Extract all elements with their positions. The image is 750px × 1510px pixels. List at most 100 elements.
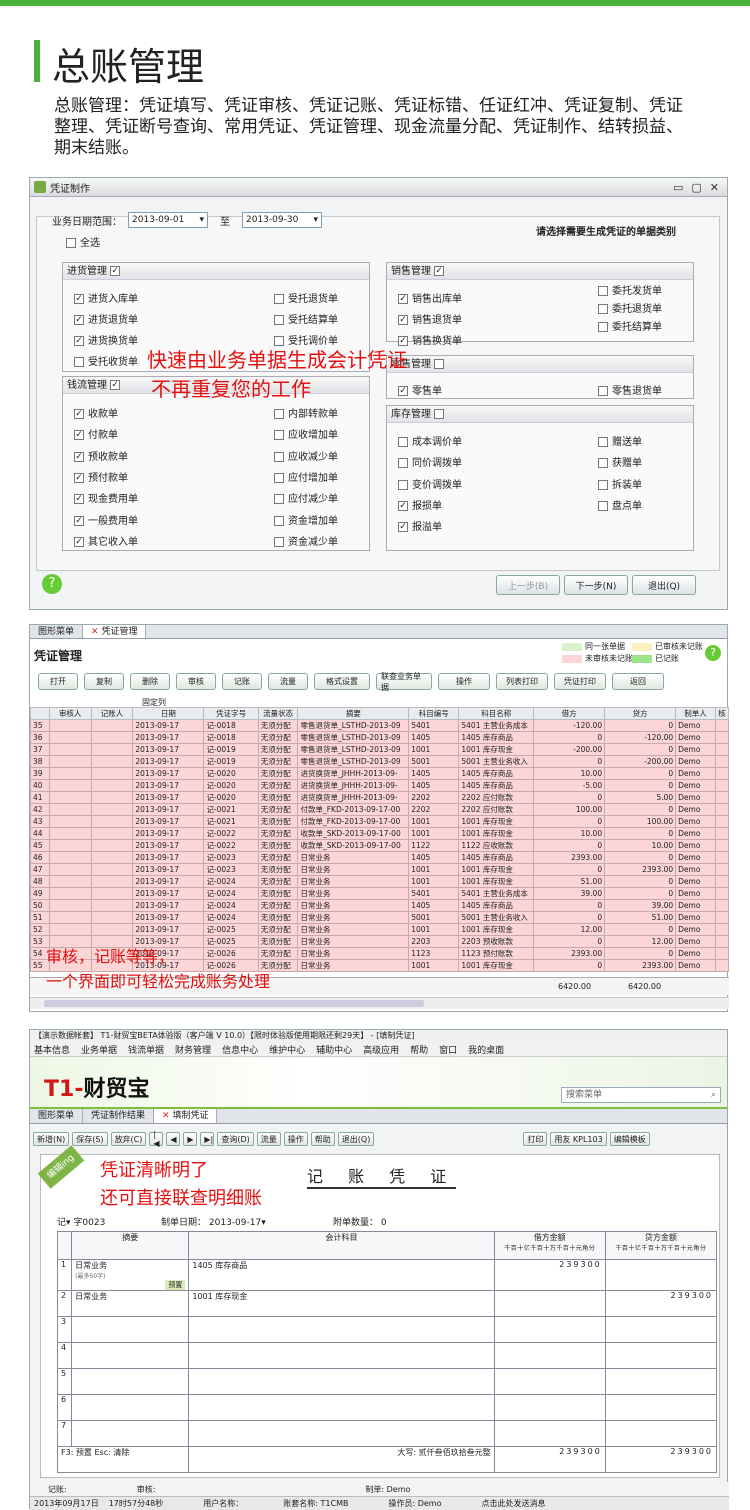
column-header[interactable] bbox=[30, 707, 50, 720]
credit-cell[interactable] bbox=[604, 1420, 718, 1447]
column-header[interactable]: 科目名称 bbox=[458, 707, 535, 720]
toolbar-button[interactable]: 流量 bbox=[256, 1132, 281, 1146]
close-icon[interactable]: ✕ bbox=[710, 181, 719, 194]
checkbox-item[interactable]: 同价调拨单 bbox=[398, 454, 462, 469]
toolbar-button[interactable]: 列表打印 bbox=[496, 673, 548, 690]
toolbar-button[interactable]: 查询(D) bbox=[217, 1132, 254, 1146]
account-cell[interactable] bbox=[188, 1420, 495, 1447]
summary-cell[interactable] bbox=[71, 1316, 190, 1343]
nav-arrow-icon[interactable]: ▶ bbox=[183, 1132, 198, 1146]
checkbox-item[interactable]: 变价调拨单 bbox=[398, 476, 462, 491]
column-header[interactable]: 日期 bbox=[132, 707, 205, 720]
summary-cell[interactable] bbox=[71, 1342, 190, 1369]
nav-arrow-icon[interactable]: ▶| bbox=[200, 1132, 215, 1146]
help-icon[interactable]: ? bbox=[705, 645, 721, 661]
table-row[interactable]: 43 2013-09-17 记-0021 无须分配 付款单_FKD-2013-09-17… bbox=[30, 815, 730, 828]
toolbar-button[interactable]: 记账 bbox=[222, 673, 262, 690]
nav-arrow-icon[interactable]: |◀ bbox=[149, 1130, 164, 1148]
table-row[interactable]: 50 2013-09-17 记-0024 无须分配 日常业务 1405 1405 库存商品 0… bbox=[30, 899, 730, 912]
checkbox-item[interactable]: 受托结算单 bbox=[274, 311, 338, 326]
menu-item[interactable]: 窗口 bbox=[439, 1043, 457, 1056]
table-row[interactable]: 36 2013-09-17 记-0018 无须分配 零售退货单_LSTHD-2013-0… bbox=[30, 731, 730, 744]
toolbar-button[interactable]: 编辑模板 bbox=[609, 1132, 650, 1146]
checkbox-item[interactable]: ✓ 预收款单 bbox=[74, 448, 128, 463]
toolbar-button[interactable]: 打印 bbox=[523, 1132, 548, 1146]
checkbox-item[interactable]: 内部转款单 bbox=[274, 405, 338, 420]
tab-graphic-menu[interactable]: 图形菜单 bbox=[30, 625, 84, 638]
column-header[interactable]: 贷方 bbox=[604, 707, 677, 720]
credit-cell[interactable] bbox=[604, 1259, 718, 1291]
column-header[interactable]: 科目编号 bbox=[408, 707, 460, 720]
table-row[interactable]: 48 2013-09-17 记-0024 无须分配 日常业务 1001 1001 库存现金 5… bbox=[30, 875, 730, 888]
checkbox-item[interactable]: 成本调价单 bbox=[398, 433, 462, 448]
table-row[interactable]: 45 2013-09-17 记-0022 无须分配 收款单_SKD-2013-09-17… bbox=[30, 839, 730, 852]
voucher-entry-row[interactable]: 4 bbox=[56, 1342, 718, 1369]
checkbox-item[interactable]: ✓ 报溢单 bbox=[398, 518, 442, 533]
account-cell[interactable] bbox=[188, 1316, 495, 1343]
credit-cell[interactable] bbox=[604, 1316, 718, 1343]
checkbox-item[interactable]: 盘点单 bbox=[598, 497, 642, 512]
account-cell[interactable] bbox=[188, 1368, 495, 1395]
column-header[interactable]: 凭证字号 bbox=[203, 707, 259, 720]
toolbar-button[interactable]: 删除 bbox=[130, 673, 170, 690]
account-cell[interactable] bbox=[188, 1342, 495, 1369]
table-row[interactable]: 37 2013-09-17 记-0019 无须分配 零售退货单_LSTHD-2013-0… bbox=[30, 743, 730, 756]
summary-cell[interactable]: 日常业务 bbox=[71, 1290, 190, 1317]
table-row[interactable]: 38 2013-09-17 记-0019 无须分配 零售退货单_LSTHD-2013-0… bbox=[30, 755, 730, 768]
tab-fill-voucher[interactable]: ✕ 填制凭证 bbox=[154, 1109, 218, 1123]
voucher-entry-row[interactable]: 2 日常业务 1001 库存现金 239300 bbox=[56, 1290, 718, 1317]
toolbar-button[interactable]: 审核 bbox=[176, 673, 216, 690]
checkbox-item[interactable]: ✓ 进货换货单 bbox=[74, 332, 138, 347]
summary-cell[interactable]: 日常业务 (最多50字) 预置 bbox=[71, 1259, 190, 1291]
date-to-select[interactable]: 2013-09-30 ▾ bbox=[242, 212, 322, 228]
checkbox-item[interactable]: 应收增加单 bbox=[274, 426, 338, 441]
column-header[interactable]: 流量状态 bbox=[257, 707, 299, 720]
date-from-select[interactable]: 2013-09-01 ▾ bbox=[128, 212, 208, 228]
debit-cell[interactable] bbox=[493, 1420, 606, 1447]
menu-item[interactable]: 辅助中心 bbox=[316, 1043, 352, 1056]
debit-cell[interactable] bbox=[493, 1394, 606, 1421]
toolbar-button[interactable]: 打开 bbox=[38, 673, 78, 690]
menu-item[interactable]: 钱流单据 bbox=[128, 1043, 164, 1056]
checkbox-item[interactable]: 委托退货单 bbox=[598, 300, 662, 315]
toolbar-button[interactable]: 复制 bbox=[84, 673, 124, 690]
toolbar-button[interactable]: 退出(Q) bbox=[337, 1132, 375, 1146]
checkbox-item[interactable]: ✓ 预付款单 bbox=[74, 469, 128, 484]
account-cell[interactable]: 1405 库存商品 bbox=[188, 1259, 495, 1291]
minimize-icon[interactable]: ▭ bbox=[673, 181, 683, 194]
menu-item[interactable]: 信息中心 bbox=[222, 1043, 258, 1056]
table-row[interactable]: 46 2013-09-17 记-0023 无须分配 日常业务 1405 1405 库存商品 2… bbox=[30, 851, 730, 864]
column-header[interactable]: 摘要 bbox=[297, 707, 410, 720]
column-header[interactable]: 记账人 bbox=[90, 707, 134, 720]
table-row[interactable]: 42 2013-09-17 记-0021 无须分配 付款单_FKD-2013-09-17… bbox=[30, 803, 730, 816]
account-cell[interactable] bbox=[188, 1394, 495, 1421]
menu-item[interactable]: 我的桌面 bbox=[468, 1043, 504, 1056]
table-row[interactable]: 47 2013-09-17 记-0023 无须分配 日常业务 1001 1001 库存现金 0… bbox=[30, 863, 730, 876]
toolbar-button[interactable]: 放弃(C) bbox=[110, 1132, 147, 1146]
column-header[interactable]: 制单人 bbox=[675, 707, 716, 720]
checkbox-item[interactable]: 获赠单 bbox=[598, 454, 642, 469]
exit-button[interactable]: 退出(Q) bbox=[632, 575, 696, 595]
voucher-entry-row[interactable]: 5 bbox=[56, 1368, 718, 1395]
horizontal-scrollbar[interactable] bbox=[30, 997, 729, 1009]
table-row[interactable]: 44 2013-09-17 记-0022 无须分配 收款单_SKD-2013-09-17… bbox=[30, 827, 730, 840]
toolbar-button[interactable]: 返回 bbox=[612, 673, 664, 690]
credit-cell[interactable]: 239300 bbox=[604, 1290, 718, 1317]
checkbox-item[interactable]: ✓ 报损单 bbox=[398, 497, 442, 512]
column-header[interactable]: 审核人 bbox=[48, 707, 92, 720]
menu-item[interactable]: 基本信息 bbox=[34, 1043, 70, 1056]
tab-voucher-result[interactable]: 凭证制作结果 bbox=[83, 1109, 155, 1123]
column-header[interactable]: 核 bbox=[714, 707, 730, 720]
debit-cell[interactable] bbox=[493, 1342, 606, 1369]
toolbar-button[interactable]: 新增(N) bbox=[33, 1132, 70, 1146]
checkbox-item[interactable]: ✓ 收款单 bbox=[74, 405, 118, 420]
toolbar-button[interactable]: 联查业务单据 bbox=[376, 672, 432, 692]
table-row[interactable]: 52 2013-09-17 记-0025 无须分配 日常业务 1001 1001 库存现金 1… bbox=[30, 923, 730, 936]
voucher-entry-row[interactable]: 1 日常业务 (最多50字) 预置 1405 库存商品 239300 bbox=[56, 1259, 718, 1291]
checkbox-item[interactable]: ✓ 销售换货单 bbox=[398, 332, 462, 347]
checkbox-item[interactable]: 拆装单 bbox=[598, 476, 642, 491]
menu-item[interactable]: 高级应用 bbox=[363, 1043, 399, 1056]
checkbox-item[interactable]: 委托结算单 bbox=[598, 318, 662, 333]
voucher-word[interactable]: 记▾ 字0023 bbox=[57, 1215, 105, 1228]
checkbox-item[interactable]: 受托调价单 bbox=[274, 332, 338, 347]
